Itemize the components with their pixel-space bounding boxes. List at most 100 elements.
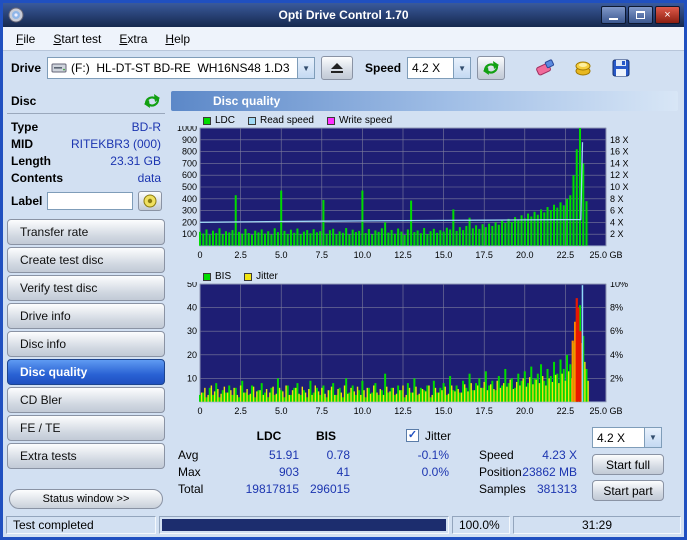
svg-text:400: 400 xyxy=(182,194,197,204)
disc-refresh-icon[interactable] xyxy=(143,93,161,109)
drive-select[interactable]: (F:) HL-DT-ST BD-RE WH16NS48 1.D3 ▼ xyxy=(47,57,316,79)
svg-text:900: 900 xyxy=(182,135,197,145)
drive-select-value: (F:) HL-DT-ST BD-RE WH16NS48 1.D3 xyxy=(71,61,290,75)
sidebar-button-disc-info[interactable]: Disc info xyxy=(7,331,165,357)
disc-label-input[interactable] xyxy=(47,192,134,210)
legend-ldc: LDC xyxy=(203,115,235,126)
save-button[interactable] xyxy=(608,56,634,80)
legend-write-speed: Write speed xyxy=(326,115,392,126)
svg-text:18 X: 18 X xyxy=(610,135,629,145)
license-button[interactable] xyxy=(570,56,596,80)
speed-stat-value: 4.23 X xyxy=(542,448,577,462)
sidebar-button-fe-te[interactable]: FE / TE xyxy=(7,415,165,441)
menu-extra[interactable]: Extra xyxy=(110,29,156,49)
svg-text:2.5: 2.5 xyxy=(234,406,247,416)
svg-text:8 X: 8 X xyxy=(610,194,624,204)
disc-info-row: Length 23.31 GB xyxy=(7,152,165,169)
disc-contents-label: Contents xyxy=(11,170,63,185)
svg-text:1000: 1000 xyxy=(177,126,197,133)
svg-text:10.0: 10.0 xyxy=(354,406,372,416)
titlebar: Opti Drive Control 1.70 × xyxy=(3,3,684,27)
sidebar-button-extra-tests[interactable]: Extra tests xyxy=(7,443,165,469)
drive-label: Drive xyxy=(11,61,42,75)
bis-jitter-legend: BIS Jitter xyxy=(203,271,278,282)
svg-text:10 X: 10 X xyxy=(610,182,629,192)
svg-text:12.5: 12.5 xyxy=(394,250,412,260)
svg-text:22.5: 22.5 xyxy=(557,406,575,416)
disc-mid-label: MID xyxy=(11,136,33,151)
disc-length-label: Length xyxy=(11,153,51,168)
ldc-column-header: LDC xyxy=(256,429,282,443)
legend-jitter: Jitter xyxy=(244,271,278,282)
elapsed-time: 31:29 xyxy=(513,516,681,534)
svg-text:10: 10 xyxy=(187,373,197,383)
samples-stat-value: 381313 xyxy=(536,482,577,496)
minimize-icon xyxy=(609,18,618,20)
disc-info-row: Contents data xyxy=(7,169,165,186)
status-bar: Test completed 100.0% 31:29 xyxy=(3,513,684,537)
svg-text:2 X: 2 X xyxy=(610,229,624,239)
speed-select[interactable]: 4.2 X ▼ xyxy=(407,57,472,79)
disc-label-caption: Label xyxy=(11,194,43,208)
status-window-button[interactable]: Status window >> xyxy=(9,489,163,509)
erase-disc-button[interactable] xyxy=(532,56,558,80)
sidebar-button-transfer-rate[interactable]: Transfer rate xyxy=(7,219,165,245)
svg-text:4%: 4% xyxy=(610,350,623,360)
max-bis-value: 41 xyxy=(336,465,350,479)
eject-button[interactable] xyxy=(321,56,354,80)
sidebar-button-cd-bler[interactable]: CD Bler xyxy=(7,387,165,413)
svg-text:0: 0 xyxy=(197,406,202,416)
disc-info-row: Type BD-R xyxy=(7,118,165,135)
chevron-down-icon: ▼ xyxy=(453,58,471,78)
total-ldc-value: 19817815 xyxy=(245,482,299,496)
sidebar-button-drive-info[interactable]: Drive info xyxy=(7,303,165,329)
panel-title: Disc quality xyxy=(171,91,678,111)
legend-read-speed: Read speed xyxy=(248,115,314,126)
sidebar-button-create-test-disc[interactable]: Create test disc xyxy=(7,247,165,273)
start-part-button[interactable]: Start part xyxy=(592,480,664,501)
jitter-checkbox[interactable]: ✓ xyxy=(406,429,419,442)
sidebar: Disc Type BD-R MID RITEKBR3 (000) Length… xyxy=(3,85,169,513)
window-title: Opti Drive Control 1.70 xyxy=(278,8,409,22)
position-stat-label: Position xyxy=(479,465,522,479)
disc-length-value: 23.31 GB xyxy=(110,153,161,168)
menu-bar: File Start test Extra Help xyxy=(3,27,684,51)
svg-text:20.0: 20.0 xyxy=(516,250,534,260)
menu-help[interactable]: Help xyxy=(156,29,199,49)
disc-info-row: MID RITEKBR3 (000) xyxy=(7,135,165,152)
svg-text:16 X: 16 X xyxy=(610,147,629,157)
maximize-button[interactable] xyxy=(628,6,653,24)
save-disk-icon xyxy=(612,59,630,77)
avg-ldc-value: 51.91 xyxy=(268,448,299,462)
sidebar-button-verify-test-disc[interactable]: Verify test disc xyxy=(7,275,165,301)
svg-text:15.0: 15.0 xyxy=(435,406,453,416)
svg-text:12 X: 12 X xyxy=(610,170,629,180)
stats-panel: LDC BIS ✓ Jitter Avg 51.91 0.78 -0.1% Ma… xyxy=(169,423,680,509)
menu-start-test[interactable]: Start test xyxy=(44,29,110,49)
close-button[interactable]: × xyxy=(655,6,680,24)
start-full-button[interactable]: Start full xyxy=(592,454,664,475)
svg-text:25.0 GB: 25.0 GB xyxy=(589,406,622,416)
coins-icon xyxy=(575,61,591,76)
svg-text:600: 600 xyxy=(182,170,197,180)
svg-text:500: 500 xyxy=(182,182,197,192)
svg-text:200: 200 xyxy=(182,217,197,227)
main-panel: Disc quality LDC Read speed Write speed 10… xyxy=(169,85,680,513)
label-icon xyxy=(143,194,157,208)
minimize-button[interactable] xyxy=(601,6,626,24)
speed-stat-label: Speed xyxy=(479,448,514,462)
position-stat-value: 23862 MB xyxy=(522,465,577,479)
test-speed-select[interactable]: 4.2 X ▼ xyxy=(592,427,662,448)
svg-text:100: 100 xyxy=(182,229,197,239)
progress-bar xyxy=(159,516,449,534)
total-bis-value: 296015 xyxy=(309,482,350,496)
svg-text:10%: 10% xyxy=(610,282,628,289)
menu-file[interactable]: File xyxy=(7,29,44,49)
svg-text:20: 20 xyxy=(187,350,197,360)
refresh-speeds-button[interactable] xyxy=(477,56,506,80)
write-label-button[interactable] xyxy=(138,191,163,211)
sidebar-button-disc-quality[interactable]: Disc quality xyxy=(7,359,165,385)
drive-icon xyxy=(51,63,67,73)
svg-text:22.5: 22.5 xyxy=(557,250,575,260)
chevron-down-icon: ▼ xyxy=(644,428,661,447)
